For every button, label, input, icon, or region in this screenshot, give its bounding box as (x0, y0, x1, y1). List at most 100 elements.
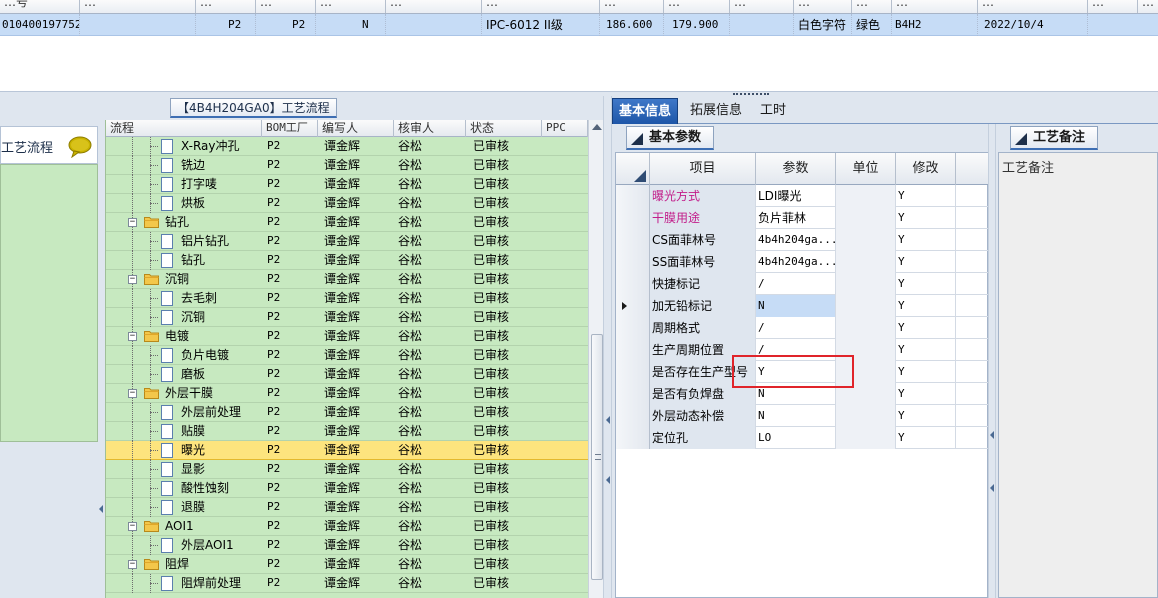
param-row[interactable]: 干膜用途 负片菲林 Y (616, 207, 989, 229)
tree-folder-row[interactable]: − 外层干膜 P2 谭金辉 谷松 已审核 (106, 384, 588, 403)
splitter-arrow-icon[interactable] (990, 431, 994, 439)
col-header-param[interactable]: 参数 (756, 153, 836, 185)
vertical-splitter[interactable] (603, 96, 612, 598)
param-unit-cell[interactable] (836, 405, 896, 427)
param-row[interactable]: 是否有负焊盘 N Y (616, 383, 989, 405)
tree-folder-row[interactable]: − 沉铜 P2 谭金辉 谷松 已审核 (106, 270, 588, 289)
param-row[interactable]: 是否存在生产型号 Y Y (616, 361, 989, 383)
param-modify-cell[interactable]: Y (896, 383, 956, 405)
param-row[interactable]: 曝光方式 LDI曝光 Y (616, 185, 989, 207)
top-col-header[interactable]: … (978, 0, 1088, 13)
param-unit-cell[interactable] (836, 427, 896, 449)
top-col-header[interactable]: … (1088, 0, 1138, 13)
param-value-cell[interactable]: N (756, 295, 836, 317)
param-value-cell[interactable]: 4b4h204ga... (756, 229, 836, 251)
process-flow-title[interactable]: 【4B4H204GA0】工艺流程 (170, 98, 337, 118)
basic-params-title-tab[interactable]: 基本参数 (626, 126, 715, 150)
row-indicator[interactable] (616, 207, 650, 229)
process-notes-title-tab[interactable]: 工艺备注 (1010, 126, 1099, 150)
tab-extended-info[interactable]: 拓展信息 (684, 98, 748, 124)
tree-row[interactable]: 显影 P2 谭金辉 谷松 已审核 (106, 460, 588, 479)
tree-row[interactable]: 去毛刺 P2 谭金辉 谷松 已审核 (106, 289, 588, 308)
param-value-cell[interactable]: N (756, 405, 836, 427)
row-indicator[interactable] (616, 295, 650, 317)
tree-row[interactable]: 贴膜 P2 谭金辉 谷松 已审核 (106, 422, 588, 441)
param-unit-cell[interactable] (836, 251, 896, 273)
tree-row[interactable]: 退膜 P2 谭金辉 谷松 已审核 (106, 498, 588, 517)
tree-row[interactable]: 打字唛 P2 谭金辉 谷松 已审核 (106, 175, 588, 194)
scroll-up-arrow-icon[interactable] (592, 124, 602, 130)
top-col-header[interactable]: … (482, 0, 600, 13)
top-col-header[interactable]: … (386, 0, 482, 13)
row-indicator[interactable] (616, 317, 650, 339)
tree-row[interactable]: 曝光 P2 谭金辉 谷松 已审核 (106, 441, 588, 460)
param-modify-cell[interactable]: Y (896, 295, 956, 317)
splitter-arrow-icon[interactable] (990, 484, 994, 492)
param-value-cell[interactable]: / (756, 273, 836, 295)
tree-row[interactable]: 铣边 P2 谭金辉 谷松 已审核 (106, 156, 588, 175)
top-col-header[interactable]: … (600, 0, 664, 13)
param-row[interactable]: 外层动态补偿 N Y (616, 405, 989, 427)
collapse-node-icon[interactable]: − (128, 275, 137, 284)
param-modify-cell[interactable]: Y (896, 427, 956, 449)
top-col-header[interactable]: … (730, 0, 794, 13)
process-notes-textarea[interactable]: 工艺备注 (998, 152, 1158, 598)
param-value-cell[interactable]: Y (756, 361, 836, 383)
top-col-header[interactable]: … (794, 0, 852, 13)
top-col-header[interactable]: … (80, 0, 196, 13)
param-row[interactable]: 定位孔 LO Y (616, 427, 989, 449)
param-modify-cell[interactable]: Y (896, 405, 956, 427)
param-unit-cell[interactable] (836, 185, 896, 207)
tree-vertical-scrollbar[interactable] (588, 120, 603, 598)
param-row[interactable]: 加无铅标记 N Y (616, 295, 989, 317)
top-col-header[interactable]: … (852, 0, 892, 13)
top-col-header[interactable]: … (1138, 0, 1158, 13)
tree-row[interactable]: 钻孔 P2 谭金辉 谷松 已审核 (106, 251, 588, 270)
row-indicator[interactable] (616, 273, 650, 295)
row-indicator[interactable] (616, 229, 650, 251)
col-header-status[interactable]: 状态 (466, 120, 542, 137)
param-value-cell[interactable]: LDI曝光 (756, 185, 836, 207)
collapse-node-icon[interactable]: − (128, 218, 137, 227)
col-header-writer[interactable]: 编写人 (318, 120, 394, 137)
splitter-grip-icon[interactable] (733, 93, 769, 95)
tree-row[interactable]: 烘板 P2 谭金辉 谷松 已审核 (106, 194, 588, 213)
param-row[interactable]: SS面菲林号 4b4h204ga... Y (616, 251, 989, 273)
row-indicator[interactable] (616, 405, 650, 427)
param-modify-cell[interactable]: Y (896, 207, 956, 229)
param-unit-cell[interactable] (836, 317, 896, 339)
param-unit-cell[interactable] (836, 207, 896, 229)
collapse-node-icon[interactable]: − (128, 332, 137, 341)
splitter-arrow-icon[interactable] (606, 476, 610, 484)
row-indicator[interactable] (616, 251, 650, 273)
grid-corner[interactable] (616, 153, 650, 185)
collapse-left-arrow-icon[interactable] (99, 505, 103, 513)
row-indicator[interactable] (616, 339, 650, 361)
param-value-cell[interactable]: 负片菲林 (756, 207, 836, 229)
tree-folder-row[interactable]: − 阻焊 P2 谭金辉 谷松 已审核 (106, 555, 588, 574)
param-modify-cell[interactable]: Y (896, 185, 956, 207)
collapse-node-icon[interactable]: − (128, 560, 137, 569)
col-header-bom-factory[interactable]: BOM工厂 (262, 120, 318, 137)
param-modify-cell[interactable]: Y (896, 273, 956, 295)
collapse-node-icon[interactable]: − (128, 522, 137, 531)
tree-folder-row[interactable]: − 电镀 P2 谭金辉 谷松 已审核 (106, 327, 588, 346)
param-modify-cell[interactable]: Y (896, 361, 956, 383)
param-unit-cell[interactable] (836, 295, 896, 317)
job-list-selected-row[interactable]: 010400197752 P2 P2 N IPC-6012 II级 186.60… (0, 14, 1158, 36)
tree-folder-row[interactable]: − AOI1 P2 谭金辉 谷松 已审核 (106, 517, 588, 536)
top-col-header[interactable]: … (316, 0, 386, 13)
param-unit-cell[interactable] (836, 273, 896, 295)
top-col-header[interactable]: … (664, 0, 730, 13)
col-header-flow[interactable]: 流程 (106, 120, 262, 137)
param-value-cell[interactable]: / (756, 339, 836, 361)
tree-row[interactable]: 沉铜 P2 谭金辉 谷松 已审核 (106, 308, 588, 327)
row-indicator[interactable] (616, 427, 650, 449)
param-modify-cell[interactable]: Y (896, 251, 956, 273)
tree-row[interactable]: 负片电镀 P2 谭金辉 谷松 已审核 (106, 346, 588, 365)
param-unit-cell[interactable] (836, 361, 896, 383)
param-unit-cell[interactable] (836, 339, 896, 361)
collapse-node-icon[interactable]: − (128, 389, 137, 398)
row-indicator[interactable] (616, 185, 650, 207)
tree-row[interactable]: 磨板 P2 谭金辉 谷松 已审核 (106, 365, 588, 384)
